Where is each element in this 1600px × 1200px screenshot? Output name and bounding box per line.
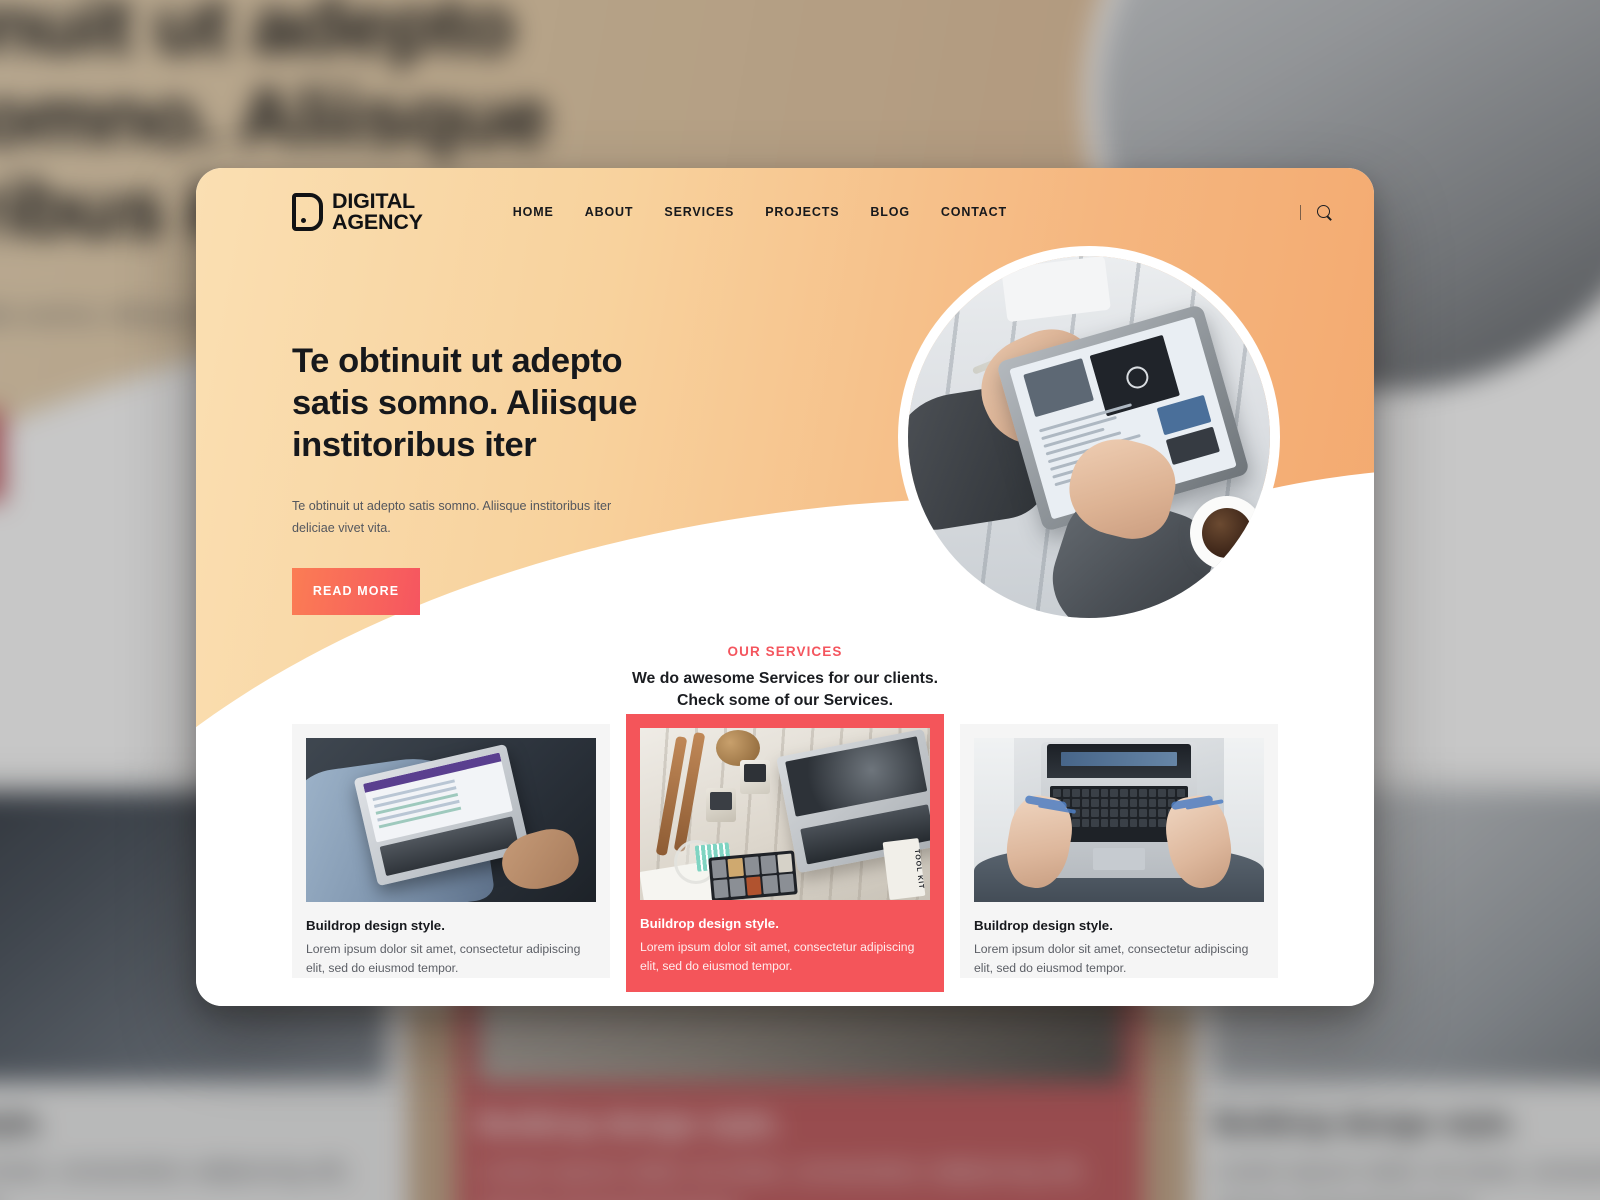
- hero-photo-coffee-cup: [1190, 496, 1264, 570]
- backdrop-card-title: Buildrop design style.: [0, 1108, 45, 1140]
- photo-toolkit-box: TOOL KIT: [882, 838, 926, 900]
- service-card-title: Buildrop design style.: [306, 918, 445, 933]
- photo-hands-typing-topdown: [974, 738, 1264, 902]
- service-card-title: Buildrop design style.: [640, 916, 779, 931]
- photo-laptop-trackpad: [1093, 848, 1145, 870]
- backdrop-cta: READ MORE: [0, 410, 4, 502]
- photo-jar: [740, 760, 770, 794]
- service-card[interactable]: Buildrop design style. Lorem ipsum dolor…: [292, 724, 610, 978]
- logo-line-2: AGENCY: [332, 210, 423, 234]
- backdrop-card-title: Buildrop design style.: [1214, 1108, 1517, 1140]
- nav-item-blog[interactable]: BLOG: [870, 205, 910, 219]
- main-navigation: HOME ABOUT SERVICES PROJECTS BLOG CONTAC…: [513, 205, 1007, 219]
- search-icon[interactable]: [1317, 204, 1332, 220]
- logo-line-1: DIGITAL: [332, 188, 415, 213]
- hero-paragraph: Te obtinuit ut adepto satis somno. Aliis…: [292, 499, 612, 535]
- services-heading-block: OUR SERVICES We do awesome Services for …: [196, 644, 1374, 713]
- backdrop-card-body: Lorem ipsum dolor sit amet, consectetur …: [1214, 1157, 1600, 1200]
- service-card-title: Buildrop design style.: [974, 918, 1113, 933]
- photo-man-typing-laptop: [306, 738, 596, 902]
- services-title-line-1: We do awesome Services for our clients.: [631, 670, 939, 687]
- service-card-body: Lorem ipsum dolor sit amet, consectetur …: [640, 940, 915, 973]
- photo-palette: [708, 850, 798, 900]
- digital-agency-logo-mark-icon: [292, 193, 323, 231]
- services-cards: Buildrop design style. Lorem ipsum dolor…: [292, 714, 1278, 992]
- backdrop-card-body: Lorem ipsum dolor sit amet, consectetur …: [0, 1157, 351, 1200]
- logo-wordmark: DIGITAL AGENCY: [332, 188, 423, 234]
- nav-item-projects[interactable]: PROJECTS: [765, 205, 839, 219]
- service-card-image: [974, 738, 1264, 902]
- service-card[interactable]: Buildrop design style. Lorem ipsum dolor…: [960, 724, 1278, 978]
- photo-laptop-screen: [1047, 744, 1191, 778]
- header-divider: [1299, 204, 1301, 220]
- service-card-featured[interactable]: TOOL KIT Buildrop design style. Lorem ip…: [626, 714, 944, 992]
- hero-content: Te obtinuit ut adepto satis somno. Aliis…: [292, 340, 652, 615]
- hero-photo: [908, 256, 1270, 618]
- services-title-line-2: Check some of our Services.: [677, 692, 893, 710]
- services-eyebrow: OUR SERVICES: [727, 644, 843, 659]
- tablet-screen-video: [1089, 335, 1181, 417]
- photo-desk-flatlay: TOOL KIT: [640, 728, 930, 900]
- backdrop-card-body: Lorem ipsum dolor sit amet, consectetur …: [478, 1157, 1087, 1200]
- nav-item-contact[interactable]: CONTACT: [941, 205, 1007, 219]
- nav-item-home[interactable]: HOME: [513, 205, 554, 219]
- backdrop-card-title: Buildrop design style.: [478, 1108, 781, 1140]
- nav-item-about[interactable]: ABOUT: [585, 205, 634, 219]
- service-card-image: TOOL KIT: [640, 728, 930, 900]
- website-preview-window: DIGITAL AGENCY HOME ABOUT SERVICES PROJE…: [196, 168, 1374, 1006]
- header-utilities: [1299, 204, 1333, 220]
- service-card-image: [306, 738, 596, 902]
- photo-jar: [706, 788, 736, 822]
- services-title: We do awesome Services for our clients. …: [196, 668, 1374, 713]
- nav-item-services[interactable]: SERVICES: [664, 205, 734, 219]
- service-card-body: Lorem ipsum dolor sit amet, consectetur …: [974, 942, 1249, 975]
- site-header: DIGITAL AGENCY HOME ABOUT SERVICES PROJE…: [196, 168, 1374, 256]
- read-more-button[interactable]: READ MORE: [292, 567, 420, 615]
- site-logo[interactable]: DIGITAL AGENCY: [292, 188, 423, 234]
- hero-heading: Te obtinuit ut adepto satis somno. Aliis…: [292, 342, 637, 465]
- service-card-body: Lorem ipsum dolor sit amet, consectetur …: [306, 942, 581, 975]
- tablet-screen-sidebar: [1022, 358, 1094, 418]
